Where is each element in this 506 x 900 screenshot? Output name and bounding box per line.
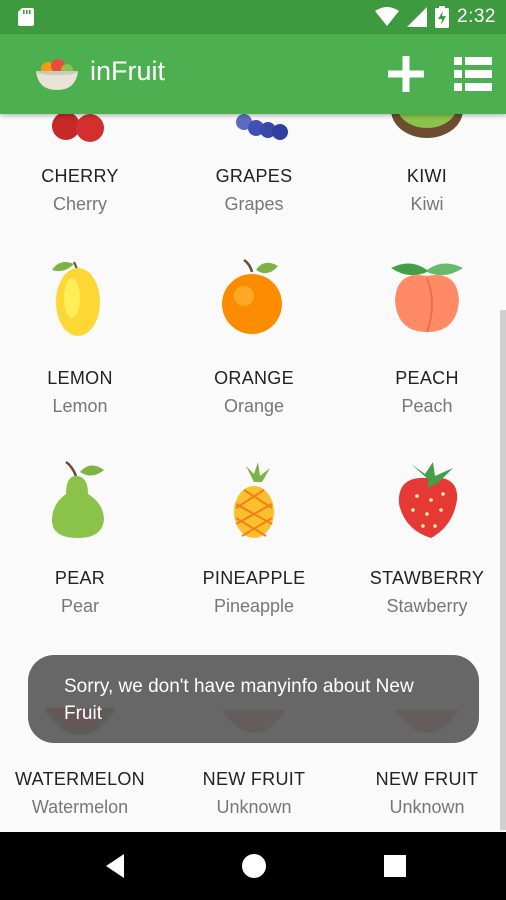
fruit-card-lemon[interactable]: LEMON Lemon — [0, 254, 164, 424]
battery-icon — [435, 6, 450, 28]
fruit-name: NEW FRUIT — [202, 769, 306, 789]
app-title: inFruit — [90, 56, 166, 86]
back-button[interactable] — [102, 852, 130, 880]
fruit-card-grapes[interactable]: GRAPES Grapes — [170, 114, 338, 224]
fruit-name: WATERMELON — [14, 769, 145, 789]
recents-button[interactable] — [381, 852, 409, 880]
fruit-card-kiwi[interactable]: KIWI Kiwi — [343, 114, 506, 224]
fruit-label: Pear — [60, 596, 100, 616]
pineapple-icon — [234, 462, 274, 538]
fruit-name: PINEAPPLE — [202, 568, 306, 588]
list-view-button[interactable] — [454, 56, 492, 92]
fruit-label: Unknown — [389, 797, 465, 817]
fruit-card-pineapple[interactable]: PINEAPPLE Pineapple — [170, 454, 338, 624]
fruit-name: PEACH — [395, 368, 459, 388]
fruit-card-cherry[interactable]: CHERRY Cherry — [0, 114, 164, 224]
fruit-label: Peach — [401, 396, 453, 416]
strawberry-icon — [398, 462, 458, 538]
sd-card-icon — [18, 8, 34, 26]
fruit-card-strawberry[interactable]: STAWBERRY Stawberry — [343, 454, 506, 624]
orange-icon — [222, 258, 282, 334]
fruit-name: CHERRY — [41, 166, 119, 186]
fruit-label: Orange — [223, 396, 285, 416]
fruit-name: STAWBERRY — [369, 568, 485, 588]
fruit-name: KIWI — [406, 166, 448, 186]
fruit-label: Unknown — [216, 797, 292, 817]
fruit-bowl-logo-icon — [36, 59, 78, 90]
cherry-icon — [52, 114, 104, 142]
fruit-name: LEMON — [47, 368, 113, 388]
fruit-card-orange[interactable]: ORANGE Orange — [170, 254, 338, 424]
fruit-name: ORANGE — [214, 368, 294, 388]
fruit-label: Grapes — [224, 194, 284, 214]
fruit-card-pear[interactable]: PEAR Pear — [0, 454, 164, 624]
fruit-label: Cherry — [52, 194, 107, 214]
lemon-icon — [52, 261, 100, 336]
grapes-icon — [236, 114, 288, 140]
fruit-label: Pineapple — [213, 596, 295, 616]
signal-icon — [407, 7, 428, 27]
fruit-label: Stawberry — [386, 596, 468, 616]
scrollbar[interactable] — [500, 310, 506, 830]
status-time: 2:32 — [457, 6, 496, 27]
kiwi-icon — [391, 114, 463, 138]
fruit-label: Watermelon — [31, 797, 129, 817]
fruit-label: Lemon — [52, 396, 108, 416]
fruit-name: PEAR — [54, 568, 106, 588]
navigation-bar — [0, 832, 506, 900]
status-bar: 2:32 — [0, 0, 506, 34]
wifi-icon — [375, 7, 400, 26]
fruit-name: GRAPES — [215, 166, 293, 186]
home-button[interactable] — [240, 852, 268, 880]
pear-icon — [52, 460, 104, 538]
peach-icon — [391, 263, 463, 333]
fruit-name: NEW FRUIT — [375, 769, 479, 789]
fruit-card-peach[interactable]: PEACH Peach — [343, 254, 506, 424]
toast-message: Sorry, we don't have manyinfo about New … — [28, 655, 479, 743]
fruit-label: Kiwi — [410, 194, 444, 214]
app-bar: inFruit — [0, 34, 506, 114]
add-fruit-button[interactable] — [386, 54, 426, 94]
